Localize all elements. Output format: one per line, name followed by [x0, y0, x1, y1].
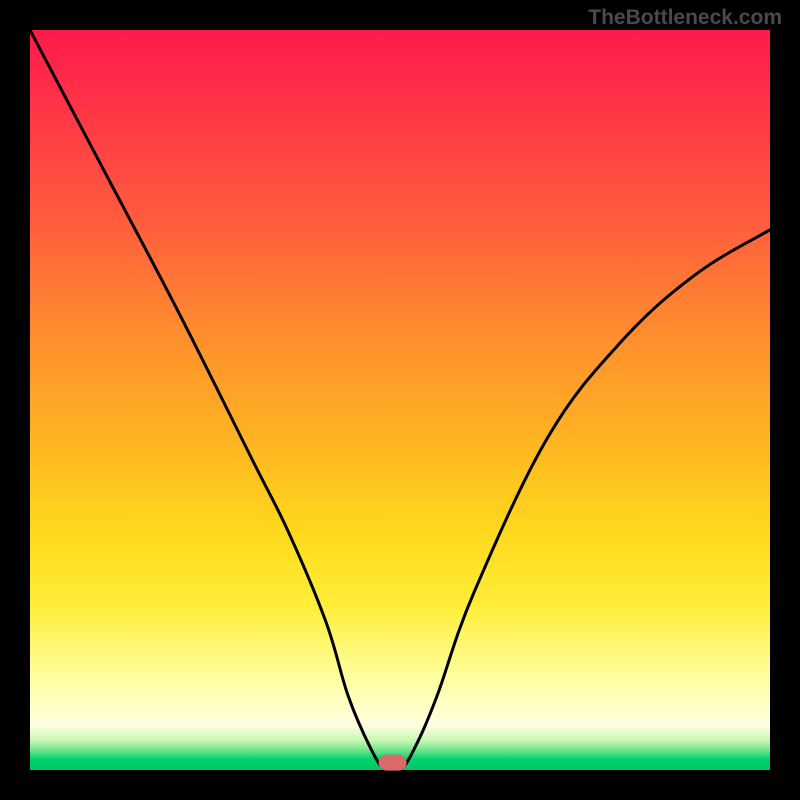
chart-frame: TheBottleneck.com: [0, 0, 800, 800]
chart-svg: [30, 30, 770, 770]
watermark-text: TheBottleneck.com: [588, 6, 782, 30]
plot-area: [30, 30, 770, 770]
optimal-marker: [379, 755, 407, 771]
bottleneck-curve-path: [30, 30, 770, 773]
